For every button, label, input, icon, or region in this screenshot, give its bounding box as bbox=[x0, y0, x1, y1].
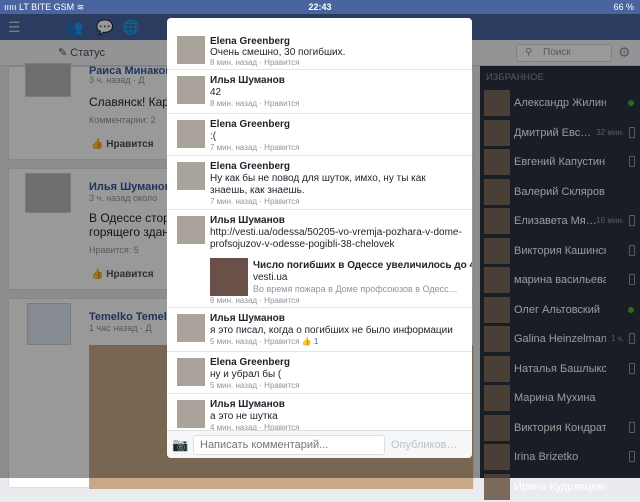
comment-input[interactable] bbox=[193, 435, 385, 455]
like-count-badge[interactable]: 👍 1 bbox=[302, 337, 319, 346]
comment-meta: 5 мин. назад · Нравится 👍 1 bbox=[210, 337, 318, 346]
comment-meta-text[interactable]: 5 мин. назад · Нравится bbox=[210, 337, 299, 346]
comment-text: :( bbox=[210, 131, 217, 142]
comment-meta[interactable]: 6 мин. назад · Нравится bbox=[210, 296, 299, 305]
clock: 22:43 bbox=[308, 2, 332, 12]
comment-text: а это не шутка bbox=[210, 411, 278, 422]
comment-meta[interactable]: 8 мин. назад · Нравится bbox=[210, 99, 299, 108]
comment: Elena Greenberg ну и убрал бы ( 5 мин. н… bbox=[167, 352, 472, 394]
comment-avatar[interactable] bbox=[177, 314, 205, 342]
comment-avatar[interactable] bbox=[177, 76, 205, 104]
comment-author[interactable]: Илья Шуманов bbox=[210, 399, 285, 410]
status-bar: ııııı LT BITE GSM ≋ 22:43 66 % bbox=[0, 0, 640, 14]
comment-text: я это писал, когда о погибших не было ин… bbox=[210, 325, 453, 336]
comment-composer: 📷 Опубликов… bbox=[167, 430, 472, 458]
comment-text: 42 bbox=[210, 87, 222, 98]
comment: Илья Шуманов 42 8 мин. назад · Нравится bbox=[167, 70, 472, 114]
comment-text: Ну как бы не повод для шуток, имхо, ну т… bbox=[210, 173, 426, 196]
comment-author[interactable]: Elena Greenberg bbox=[210, 36, 290, 47]
comment-author[interactable]: Илья Шуманов bbox=[210, 215, 285, 226]
comment-link[interactable]: http://vesti.ua/odessa/50205-vo-vremja-p… bbox=[210, 227, 465, 251]
comment-author[interactable]: Elena Greenberg bbox=[210, 161, 290, 172]
link-preview-description: Во время пожара в Доме профсоюзов в Одес… bbox=[253, 284, 458, 294]
battery-label: 66 % bbox=[613, 2, 634, 12]
link-preview-title[interactable]: Число погибших в Одессе увеличилось до 4… bbox=[253, 260, 472, 271]
comment-avatar[interactable] bbox=[177, 120, 205, 148]
comment: Elena Greenberg Ну как бы не повод для ш… bbox=[167, 156, 472, 210]
comments-popup: Elena Greenberg Очень смешно, 30 погибши… bbox=[167, 18, 472, 458]
comment-author[interactable]: Илья Шуманов bbox=[210, 75, 285, 86]
like-count: 1 bbox=[313, 337, 319, 346]
comment: Илья Шуманов а это не шутка 4 мин. назад… bbox=[167, 394, 472, 434]
comment-avatar[interactable] bbox=[177, 358, 205, 386]
comment-avatar[interactable] bbox=[177, 36, 205, 64]
comment: Илья Шуманов http://vesti.ua/odessa/5020… bbox=[167, 210, 472, 308]
comment: Elena Greenberg Очень смешно, 30 погибши… bbox=[167, 18, 472, 70]
comment-author[interactable]: Elena Greenberg bbox=[210, 119, 290, 130]
comment-meta[interactable]: 8 мин. назад · Нравится bbox=[210, 58, 299, 67]
comment-avatar[interactable] bbox=[177, 216, 205, 244]
friend-name: Ирина Кудрявцева bbox=[514, 480, 606, 493]
camera-icon[interactable]: 📷 bbox=[172, 437, 188, 453]
publish-button[interactable]: Опубликов… bbox=[391, 439, 457, 451]
comment-author[interactable]: Elena Greenberg bbox=[210, 357, 290, 368]
comment-text: ну и убрал бы ( bbox=[210, 369, 282, 380]
link-preview-site: vesti.ua bbox=[253, 272, 288, 283]
comment-avatar[interactable] bbox=[177, 162, 205, 190]
comment: Илья Шуманов я это писал, когда о погибш… bbox=[167, 308, 472, 352]
comment-meta[interactable]: 7 мин. назад · Нравится bbox=[210, 197, 299, 206]
link-preview-image[interactable] bbox=[210, 258, 248, 296]
comment: Elena Greenberg :( 7 мин. назад · Нравит… bbox=[167, 114, 472, 156]
comment-meta[interactable]: 5 мин. назад · Нравится bbox=[210, 381, 299, 390]
comment-meta[interactable]: 7 мин. назад · Нравится bbox=[210, 143, 299, 152]
comment-avatar[interactable] bbox=[177, 400, 205, 428]
comment-author[interactable]: Илья Шуманов bbox=[210, 313, 285, 324]
